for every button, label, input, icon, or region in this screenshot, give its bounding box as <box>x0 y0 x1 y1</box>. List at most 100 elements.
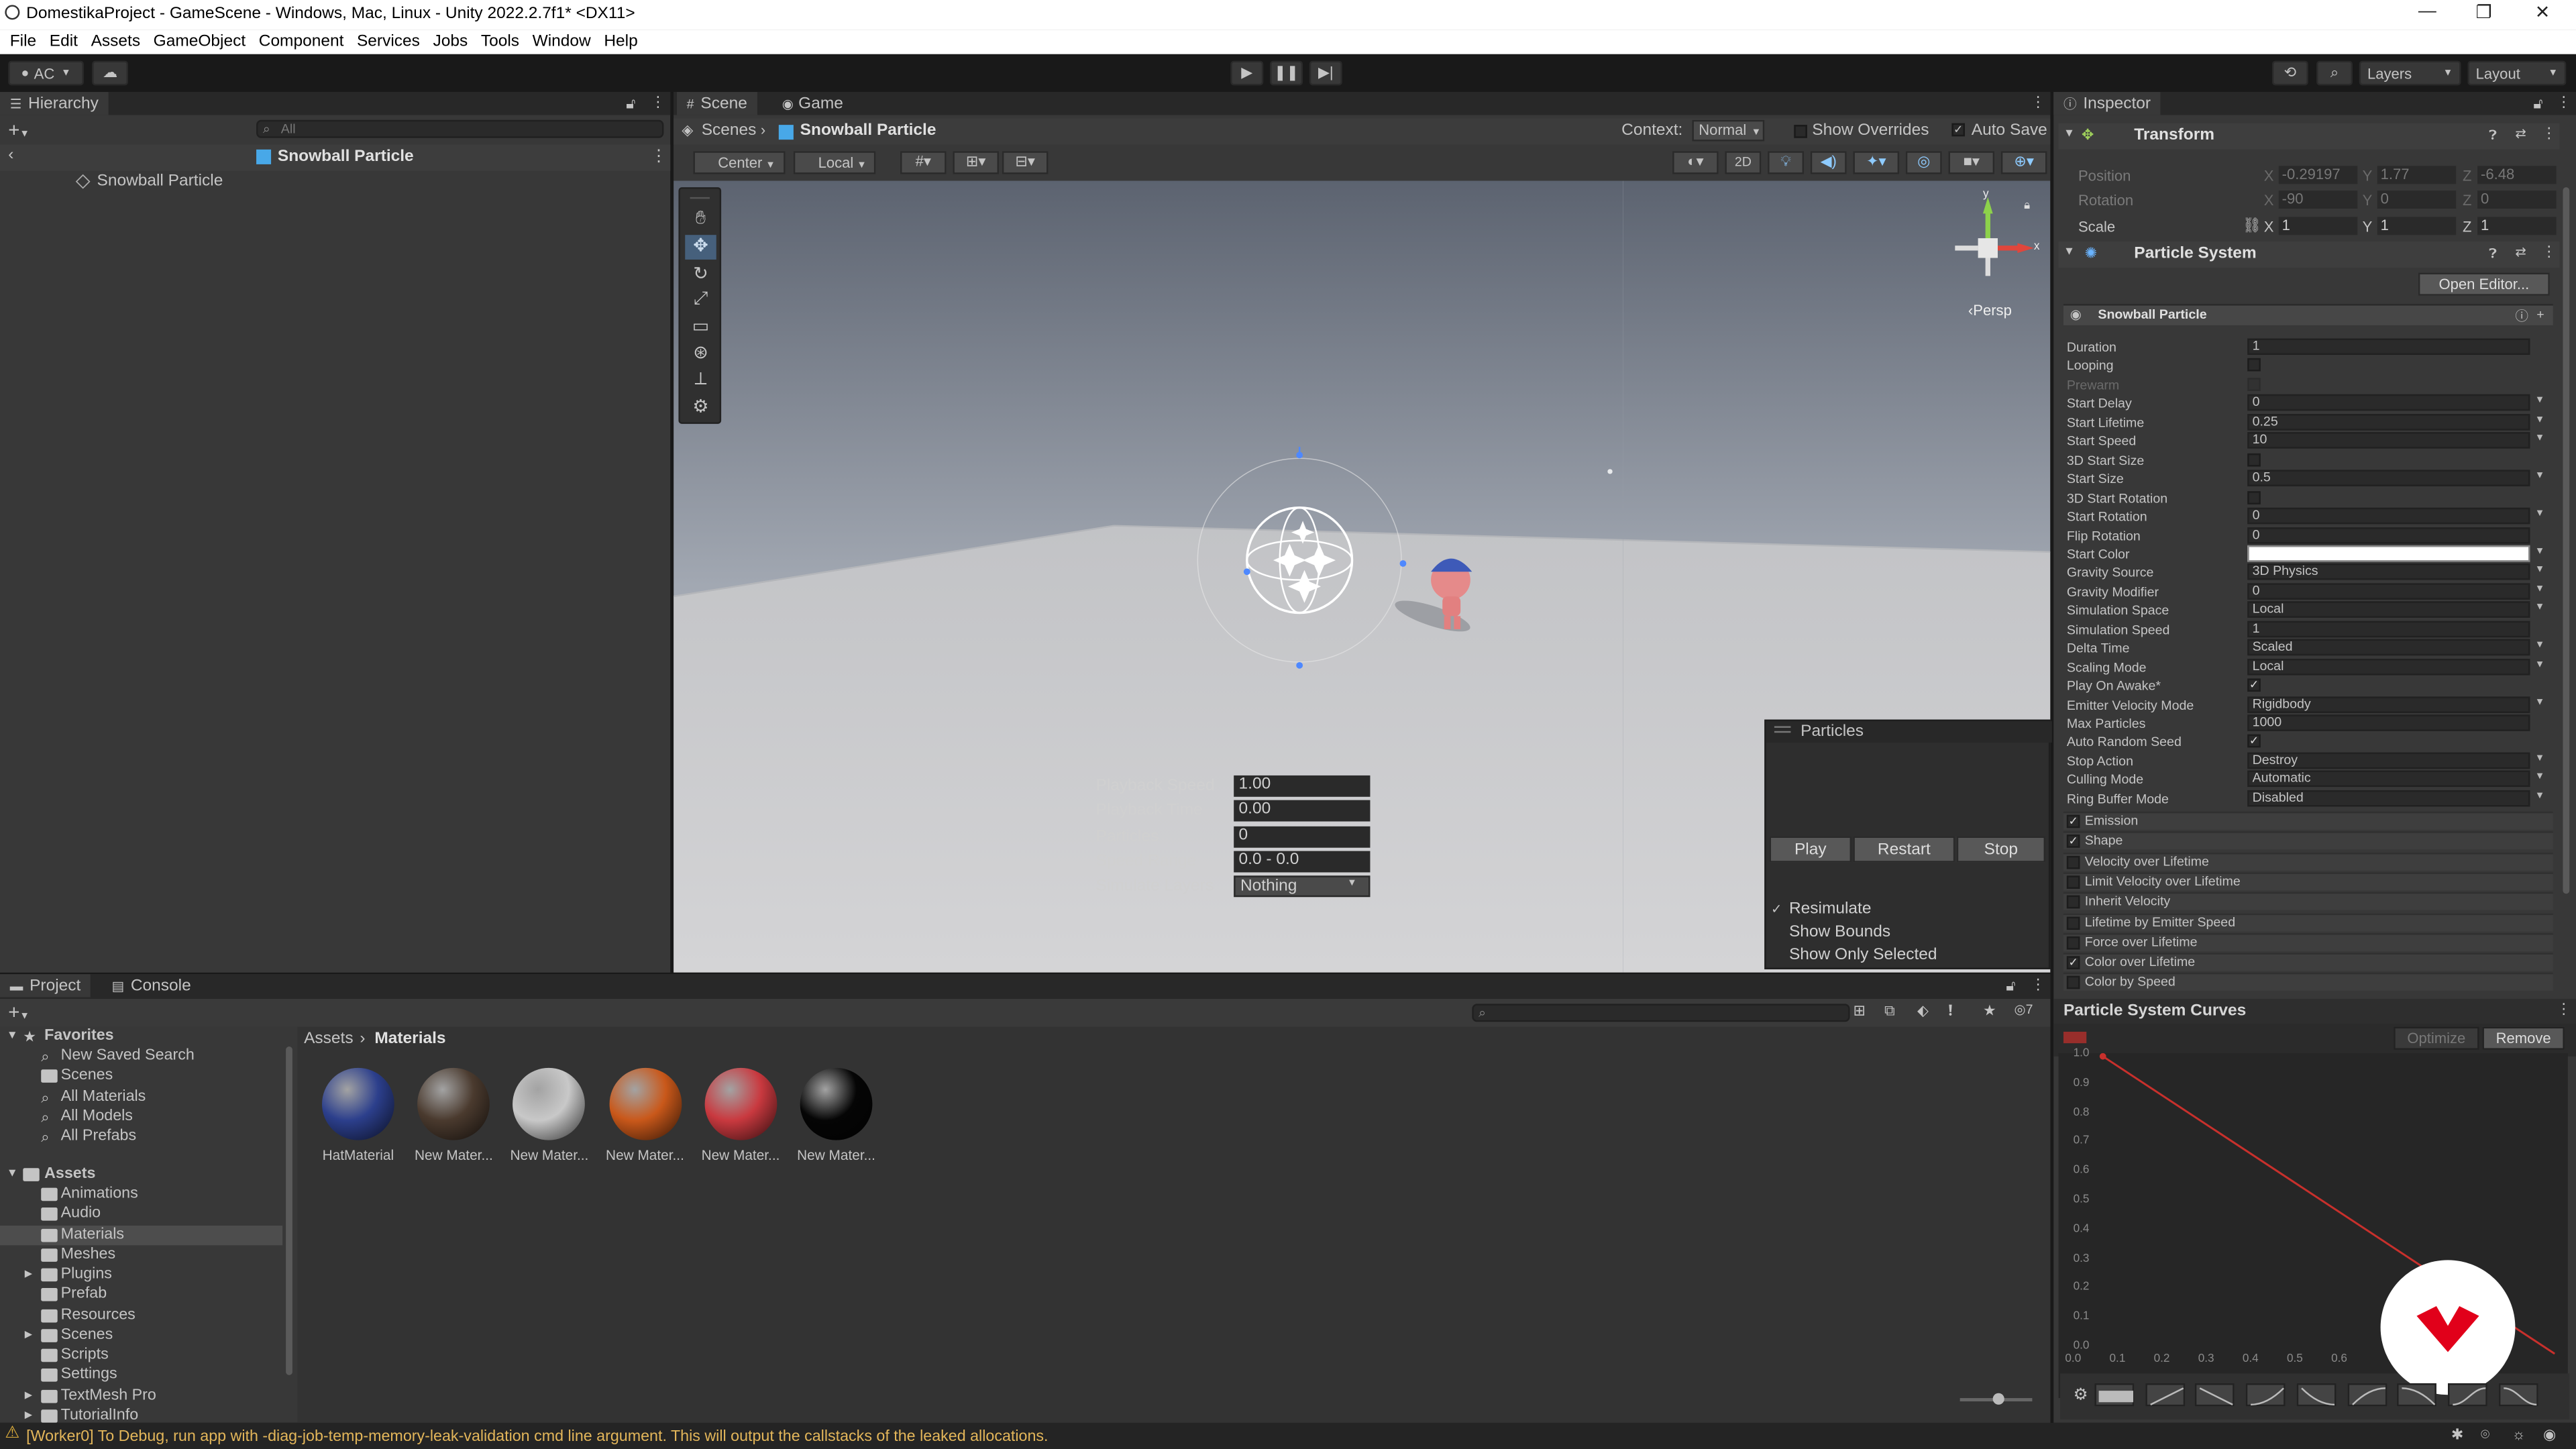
drag-handle-icon[interactable] <box>1774 726 1791 733</box>
ps-field[interactable]: 3D Physics <box>2247 564 2530 581</box>
constrain-proportions-icon[interactable]: ⛓ <box>2243 217 2261 235</box>
search-button[interactable]: ⌕ <box>2316 60 2353 86</box>
back-arrow-icon[interactable]: ‹ <box>8 146 13 164</box>
ps-field[interactable]: 0.25 <box>2247 413 2530 431</box>
curve-preset-button[interactable] <box>2397 1383 2437 1407</box>
breadcrumb-assets[interactable]: Assets <box>304 1030 354 1049</box>
menu-edit[interactable]: Edit <box>50 33 78 51</box>
foldout-icon[interactable]: ▶ <box>25 1265 32 1285</box>
folder-item[interactable]: Materials <box>0 1224 283 1245</box>
menu-assets[interactable]: Assets <box>91 33 141 51</box>
chevron-down-icon[interactable]: ▼ <box>2535 547 2545 557</box>
curve-preset-button[interactable] <box>2145 1383 2185 1407</box>
scale-tool-icon[interactable]: ⤢ <box>685 289 716 314</box>
folder-item[interactable]: ▶ TutorialInfo <box>0 1406 282 1423</box>
favorite-item[interactable]: ⌕ All Materials <box>0 1087 282 1106</box>
breadcrumb-current[interactable]: Snowball Particle <box>800 121 936 140</box>
chevron-down-icon[interactable]: ▼ <box>2535 660 2545 670</box>
particles-play-button[interactable]: Play <box>1769 836 1852 863</box>
material-asset[interactable]: New Mater... <box>792 1065 880 1163</box>
favorite-item[interactable]: Scenes <box>0 1067 282 1086</box>
ps-checkbox[interactable] <box>2247 358 2261 372</box>
layout-dropdown[interactable]: Layout ▼ <box>2467 60 2567 86</box>
menu-services[interactable]: Services <box>357 33 420 51</box>
chevron-down-icon[interactable]: ▼ <box>2535 415 2545 425</box>
more-icon[interactable]: ⋮ <box>651 148 667 166</box>
context-dropdown[interactable]: Normal ▼ <box>1692 119 1765 142</box>
ps-field[interactable]: Scaled <box>2247 639 2530 656</box>
main-module-header[interactable]: ◉ Snowball Particle ⓘ + <box>2063 304 2553 325</box>
project-search-input[interactable]: ⌕ <box>1472 1004 1850 1022</box>
assets-header[interactable]: ▼ Assets <box>0 1165 282 1184</box>
draw-mode-button[interactable]: ◐▾ <box>1672 151 1719 174</box>
pivot-mode-dropdown[interactable]: Center ▼ <box>693 151 786 174</box>
module-shape[interactable]: ✓ Shape <box>2063 831 2553 850</box>
transform-rotation-x-field[interactable]: -90 <box>2278 191 2358 209</box>
module-color-by-speed[interactable]: Color by Speed <box>2063 973 2553 991</box>
more-icon[interactable]: ⋮ <box>2557 94 2571 112</box>
move-tool-icon[interactable]: ✥ <box>685 235 716 260</box>
ps-checkbox[interactable]: ✓ <box>2247 678 2261 692</box>
more-icon[interactable]: ⋮ <box>2031 976 2045 994</box>
folder-item[interactable]: Meshes <box>0 1245 282 1265</box>
remove-button[interactable]: Remove <box>2482 1026 2565 1050</box>
module-inherit-velocity[interactable]: Inherit Velocity <box>2063 892 2553 911</box>
module-checkbox[interactable] <box>2066 896 2080 909</box>
progress-icon[interactable]: ✱ <box>2451 1426 2463 1444</box>
lock-icon[interactable]: 🔓︎ <box>2006 977 2015 996</box>
transform-rotation-y-field[interactable]: 0 <box>2377 191 2457 209</box>
more-icon[interactable]: ⋮ <box>2031 94 2045 112</box>
foldout-icon[interactable]: ▶ <box>25 1386 32 1405</box>
more-icon[interactable]: ⋮ <box>2557 1000 2571 1018</box>
material-asset[interactable]: HatMaterial <box>314 1065 402 1163</box>
step-button[interactable]: ▶| <box>1309 60 1342 86</box>
breadcrumb-materials[interactable]: Materials <box>374 1030 445 1049</box>
menu-component[interactable]: Component <box>259 33 344 51</box>
chevron-down-icon[interactable]: ▼ <box>2535 584 2545 594</box>
transform-position-z-field[interactable]: -6.48 <box>2477 166 2557 184</box>
tab-hierarchy[interactable]: ☰ Hierarchy <box>0 92 109 115</box>
chevron-down-icon[interactable]: ▼ <box>2535 604 2545 614</box>
scrollbar-thumb[interactable] <box>2563 187 2570 894</box>
module-color-over-lifetime[interactable]: ✓ Color over Lifetime <box>2063 953 2553 971</box>
material-asset[interactable]: New Mater... <box>505 1065 594 1163</box>
folder-item[interactable]: Resources <box>0 1305 282 1325</box>
folder-item[interactable]: ▶ Plugins <box>0 1265 282 1285</box>
foldout-icon[interactable]: ▶ <box>25 1326 32 1345</box>
resimulate-checkbox[interactable]: ✓ <box>1771 902 1782 917</box>
ps-field[interactable]: Rigidbody <box>2247 696 2530 712</box>
info-icon[interactable]: ⓘ <box>2515 307 2528 325</box>
module-checkbox[interactable] <box>2066 855 2080 869</box>
lock-icon[interactable]: 🔓︎ <box>626 95 635 113</box>
module-force-over-lifetime[interactable]: Force over Lifetime <box>2063 932 2553 951</box>
favorite-item[interactable]: ⌕ All Models <box>0 1107 282 1126</box>
ps-field[interactable]: 0.5 <box>2247 470 2530 487</box>
preset-icon[interactable]: ⇄ <box>2515 245 2526 260</box>
chevron-down-icon[interactable]: ▼ <box>2535 434 2545 444</box>
chevron-down-icon[interactable]: ▼ <box>2535 698 2545 708</box>
ps-field[interactable]: 1 <box>2247 621 2530 637</box>
chevron-down-icon[interactable]: ▼ <box>2535 509 2545 519</box>
star-icon[interactable]: ★ <box>1983 1002 1996 1020</box>
tab-console[interactable]: ▤ Console <box>102 974 201 997</box>
transform-header[interactable]: ▼ ✥ Transform ❓︎ ⇄ ⋮ <box>2058 123 2560 150</box>
curve-preset-button[interactable] <box>2347 1383 2387 1407</box>
module-velocity-over-lifetime[interactable]: Velocity over Lifetime <box>2063 852 2553 870</box>
add-icon[interactable]: + <box>2536 307 2544 322</box>
add-asset-button[interactable]: +▼ <box>8 1000 30 1023</box>
show-bounds-checkbox[interactable] <box>1771 926 1784 940</box>
ps-field[interactable]: Destroy <box>2247 752 2530 769</box>
grid-snap-button[interactable]: #▾ <box>900 151 947 174</box>
account-button[interactable]: ● AC ▼ <box>8 60 84 86</box>
tab-project[interactable]: ▬ Project <box>0 974 91 998</box>
ps-field[interactable]: 1000 <box>2247 714 2530 731</box>
rect-tool-icon[interactable]: ▭ <box>685 315 716 340</box>
custom-tool-icon[interactable]: ⟂ <box>685 370 716 394</box>
status-message[interactable]: [Worker0] To Debug, run app with -diag-j… <box>26 1428 1048 1446</box>
favorites-header[interactable]: ▼ ★ Favorites <box>0 1027 282 1046</box>
align-button[interactable]: ⊟▾ <box>1002 151 1049 174</box>
folder-item[interactable]: Prefab <box>0 1285 282 1305</box>
pivot-space-dropdown[interactable]: Local ▼ <box>793 151 876 174</box>
ps-checkbox[interactable]: ✓ <box>2247 735 2261 749</box>
curve-preset-button[interactable] <box>2447 1383 2487 1407</box>
